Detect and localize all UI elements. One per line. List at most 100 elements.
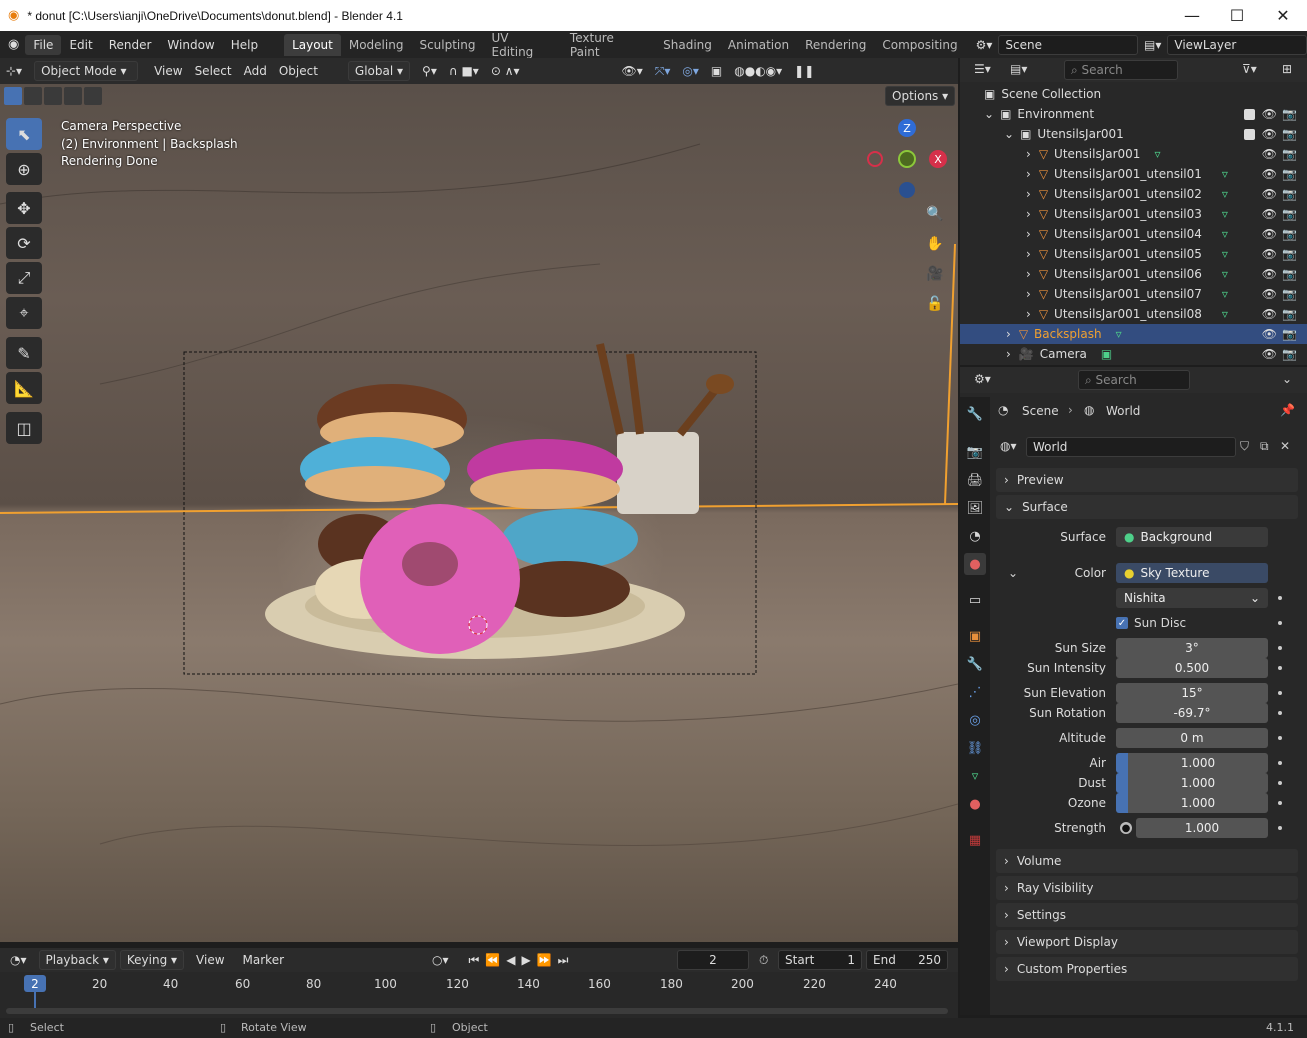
- editor-type-icon[interactable]: ⊹▾: [0, 62, 28, 80]
- outliner-row[interactable]: › 🎥 Camera ▣ 👁 📷: [960, 344, 1307, 364]
- select-intersect-icon[interactable]: [84, 87, 102, 105]
- tab-animation[interactable]: Animation: [720, 34, 797, 56]
- altitude-field[interactable]: 0 m: [1116, 728, 1268, 748]
- properties-search[interactable]: ⌕ Search: [1078, 370, 1190, 390]
- panel-viewport-display[interactable]: › Viewport Display: [996, 930, 1298, 954]
- particles-tab-icon[interactable]: ⋰: [964, 681, 986, 703]
- outliner-row[interactable]: ⌄ ▣ Environment 👁 📷: [960, 104, 1307, 124]
- collection-tab-icon[interactable]: ▭: [964, 589, 986, 611]
- move-tool-icon[interactable]: ✥: [6, 192, 42, 224]
- marker-menu[interactable]: Marker: [237, 951, 290, 969]
- new-collection-icon[interactable]: ⊞: [1282, 62, 1292, 76]
- constraints-tab-icon[interactable]: ⛓: [964, 737, 986, 759]
- gizmo-z-axis[interactable]: Z: [898, 119, 916, 137]
- transform-tool-icon[interactable]: ⌖: [6, 297, 42, 329]
- strength-field[interactable]: 1.000: [1136, 818, 1268, 838]
- end-frame-field[interactable]: End 250: [866, 950, 948, 970]
- measure-tool-icon[interactable]: 📐: [6, 372, 42, 404]
- maximize-button[interactable]: ☐: [1214, 0, 1260, 31]
- scene-tab-icon[interactable]: ◔: [964, 525, 986, 547]
- outliner-row-scene-collection[interactable]: ▣ Scene Collection: [960, 84, 1307, 104]
- close-button[interactable]: ✕: [1260, 0, 1306, 31]
- render-icon[interactable]: 📷: [1282, 107, 1297, 121]
- tool-tab-icon[interactable]: 🔧: [964, 403, 986, 425]
- outliner-row[interactable]: › ▽ UtensilsJar001_utensil05 ▿ 👁 📷: [960, 244, 1307, 264]
- frame-indicator[interactable]: 2: [24, 975, 46, 992]
- object-mode-dropdown[interactable]: Object Mode ▾: [34, 61, 139, 81]
- visibility-icon[interactable]: 👁▾: [616, 62, 649, 80]
- outliner-row[interactable]: › ▽ UtensilsJar001_utensil04 ▿ 👁 📷: [960, 224, 1307, 244]
- panel-volume[interactable]: › Volume: [996, 849, 1298, 873]
- xray-toggle-icon[interactable]: ▣: [705, 62, 728, 80]
- surface-shader-field[interactable]: ● Background: [1116, 527, 1268, 547]
- outliner-row[interactable]: › ▽ UtensilsJar001_utensil06 ▿ 👁 📷: [960, 264, 1307, 284]
- keying-menu[interactable]: Keying ▾: [119, 950, 185, 970]
- outliner-row[interactable]: › ▽ UtensilsJar001_utensil01 ▿ 👁 📷: [960, 164, 1307, 184]
- data-tab-icon[interactable]: ▿: [964, 765, 986, 787]
- sun-rotation-field[interactable]: -69.7°: [1116, 703, 1268, 723]
- air-slider[interactable]: 1.000: [1116, 753, 1268, 773]
- eye-icon[interactable]: 👁: [1262, 107, 1277, 121]
- select-subtract-icon[interactable]: [44, 87, 62, 105]
- outliner-row[interactable]: › ▽ UtensilsJar001_utensil07 ▿ 👁 📷: [960, 284, 1307, 304]
- breadcrumb-world[interactable]: World: [1106, 404, 1140, 418]
- properties-editor-icon[interactable]: ⚙▾: [974, 372, 991, 386]
- sun-size-field[interactable]: 3°: [1116, 638, 1268, 658]
- outliner-row-selected[interactable]: › ▽ Backsplash ▿ 👁 📷: [960, 324, 1307, 344]
- menu-help[interactable]: Help: [223, 35, 266, 55]
- current-frame-field[interactable]: 2: [677, 950, 749, 970]
- gizmo-y-axis[interactable]: [898, 150, 916, 168]
- menu-add[interactable]: Add: [238, 62, 273, 80]
- menu-view[interactable]: View: [148, 62, 188, 80]
- options-dropdown[interactable]: Options ▾: [885, 86, 956, 106]
- outliner-row[interactable]: ⌄ ▣ UtensilsJar001 👁 📷: [960, 124, 1307, 144]
- timeline[interactable]: 2 20 40 60 80 100 120 140 160 180 200 22…: [0, 972, 958, 1018]
- outliner-row[interactable]: › ▽ UtensilsJar001_utensil02 ▿ 👁 📷: [960, 184, 1307, 204]
- outliner-row[interactable]: › ▽ UtensilsJar001_utensil08 ▿ 👁 📷: [960, 304, 1307, 324]
- world-browse-icon[interactable]: ◍▾: [1000, 439, 1017, 453]
- pause-render-icon[interactable]: ❚❚: [788, 62, 820, 80]
- shading-modes-icon[interactable]: ◍●◐◉▾: [728, 62, 788, 80]
- gizmo-neg-z-axis[interactable]: [899, 182, 915, 198]
- menu-select[interactable]: Select: [189, 62, 238, 80]
- menu-object[interactable]: Object: [273, 62, 324, 80]
- material-tab-icon[interactable]: ●: [964, 793, 986, 815]
- playback-controls[interactable]: ⏮⏪◀▶⏩⏭: [463, 951, 581, 970]
- overlay-toggle-icon[interactable]: ◎▾: [676, 62, 705, 80]
- pin-icon[interactable]: 📌: [1280, 403, 1295, 417]
- menu-edit[interactable]: Edit: [61, 35, 100, 55]
- fake-user-icon[interactable]: ⛉: [1240, 439, 1249, 454]
- timeline-editor-icon[interactable]: ◔▾: [4, 951, 33, 969]
- outliner-search[interactable]: ⌕ Search: [1064, 60, 1178, 80]
- timeline-view-menu[interactable]: View: [190, 951, 230, 969]
- blender-menu-icon[interactable]: ◉: [8, 37, 19, 52]
- panel-settings[interactable]: › Settings: [996, 903, 1298, 927]
- menu-render[interactable]: Render: [101, 35, 160, 55]
- world-name-field[interactable]: World: [1026, 437, 1236, 457]
- output-tab-icon[interactable]: 🖨: [964, 469, 986, 491]
- color-input-field[interactable]: ● Sky Texture: [1116, 563, 1268, 583]
- rotate-tool-icon[interactable]: ⟳: [6, 227, 42, 259]
- 3d-viewport[interactable]: Camera Perspective (2) Environment | Bac…: [0, 84, 958, 942]
- gizmo-toggle-icon[interactable]: ⤧▾: [649, 62, 677, 81]
- sky-type-dropdown[interactable]: Nishita ⌄: [1116, 588, 1268, 608]
- physics-tab-icon[interactable]: ◎: [964, 709, 986, 731]
- world-tab-icon[interactable]: ●: [964, 553, 986, 575]
- select-invert-icon[interactable]: [64, 87, 82, 105]
- tab-modeling[interactable]: Modeling: [341, 34, 412, 56]
- menu-window[interactable]: Window: [159, 35, 222, 55]
- select-new-icon[interactable]: [4, 87, 22, 105]
- proportional-edit-icon[interactable]: ⊙ ∧▾: [485, 62, 526, 80]
- stopwatch-icon[interactable]: ⏱: [759, 953, 768, 968]
- panel-surface[interactable]: ⌄ Surface: [996, 495, 1298, 519]
- ozone-slider[interactable]: 1.000: [1116, 793, 1268, 813]
- menu-file[interactable]: File: [25, 34, 62, 55]
- display-mode-icon[interactable]: ▤▾: [1010, 62, 1027, 76]
- minimize-button[interactable]: —: [1169, 0, 1215, 31]
- tab-compositing[interactable]: Compositing: [874, 34, 965, 56]
- view-layer-selector[interactable]: ViewLayer: [1167, 34, 1307, 55]
- scene-icon[interactable]: ⚙▾: [976, 38, 993, 52]
- panel-preview[interactable]: › Preview: [996, 468, 1298, 492]
- playback-menu[interactable]: Playback ▾: [38, 950, 116, 970]
- outliner-editor-icon[interactable]: ☰▾: [974, 62, 991, 76]
